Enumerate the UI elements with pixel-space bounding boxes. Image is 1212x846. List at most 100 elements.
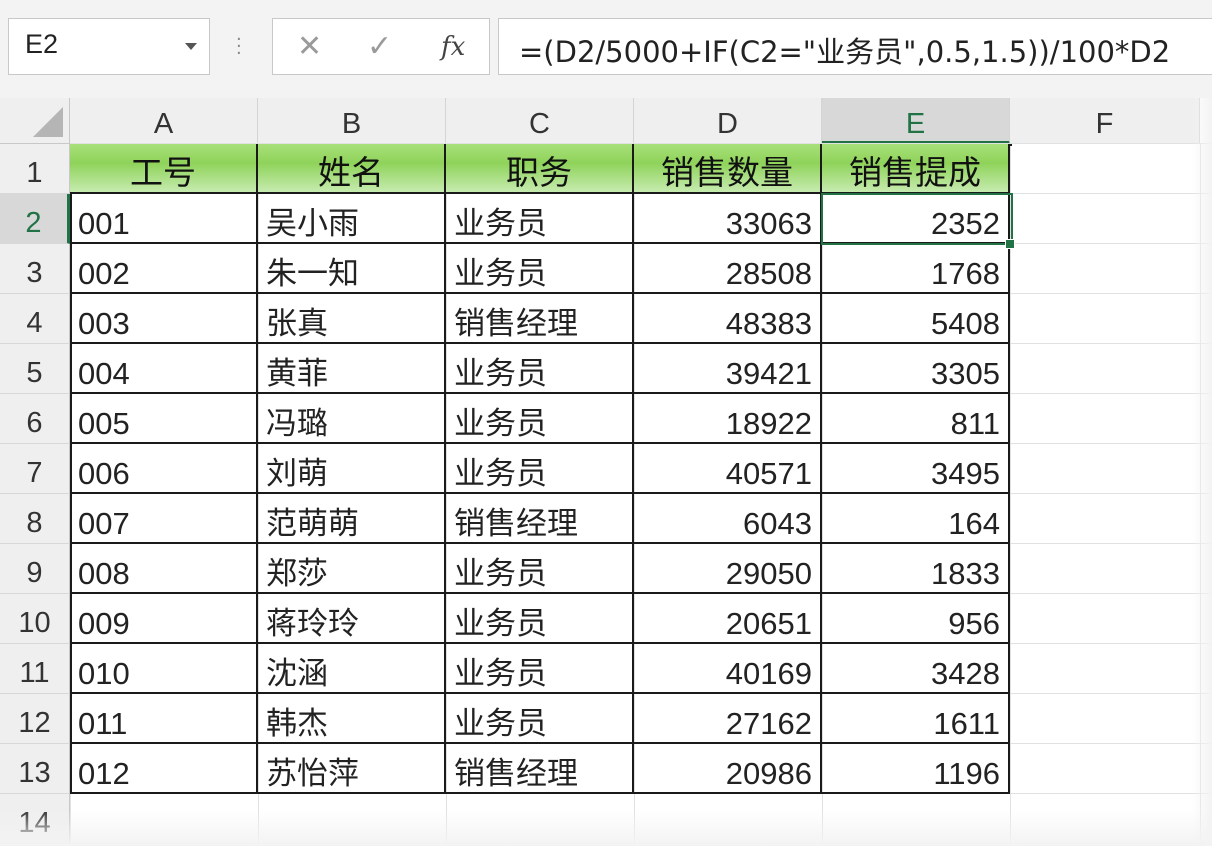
row-header-4[interactable]: 4 <box>0 294 70 344</box>
row-header-2[interactable]: 2 <box>0 194 70 244</box>
cell-e4[interactable]: 5408 <box>822 294 1010 344</box>
header-cell-d[interactable]: 销售数量 <box>634 144 822 194</box>
row-header-14[interactable]: 14 <box>0 794 70 844</box>
cell-c8[interactable]: 销售经理 <box>446 494 634 544</box>
cancel-icon[interactable]: ✕ <box>297 27 322 67</box>
cell-e3[interactable]: 1768 <box>822 244 1010 294</box>
name-box[interactable]: E2 <box>8 18 210 75</box>
cell-d6[interactable]: 18922 <box>634 394 822 444</box>
header-cell-a[interactable]: 工号 <box>70 144 258 194</box>
cell-e10[interactable]: 956 <box>822 594 1010 644</box>
column-header-d[interactable]: D <box>634 98 822 144</box>
cell-c4[interactable]: 销售经理 <box>446 294 634 344</box>
row-header-8[interactable]: 8 <box>0 494 70 544</box>
cell-e9[interactable]: 1833 <box>822 544 1010 594</box>
cell-c9[interactable]: 业务员 <box>446 544 634 594</box>
cell-e11[interactable]: 3428 <box>822 644 1010 694</box>
cell-d9[interactable]: 29050 <box>634 544 822 594</box>
name-box-value: E2 <box>25 29 59 59</box>
column-header-c[interactable]: C <box>446 98 634 144</box>
cell-c12[interactable]: 业务员 <box>446 694 634 744</box>
cell-a7[interactable]: 006 <box>70 444 258 494</box>
cell-a2[interactable]: 001 <box>70 194 258 244</box>
gridline-vertical <box>1200 144 1201 846</box>
cell-b6[interactable]: 冯璐 <box>258 394 446 444</box>
formula-bar: E2 · · · ✕ ✓ fx =(D2/5000+IF(C2="业务员",0.5,… <box>0 0 1212 98</box>
cell-d2[interactable]: 33063 <box>634 194 822 244</box>
cell-b10[interactable]: 蒋玲玲 <box>258 594 446 644</box>
cell-d7[interactable]: 40571 <box>634 444 822 494</box>
cell-b13[interactable]: 苏怡萍 <box>258 744 446 794</box>
row-header-6[interactable]: 6 <box>0 394 70 444</box>
cell-c2[interactable]: 业务员 <box>446 194 634 244</box>
row-header-10[interactable]: 10 <box>0 594 70 644</box>
insert-function-icon[interactable]: fx <box>441 27 465 67</box>
cell-c13[interactable]: 销售经理 <box>446 744 634 794</box>
formula-text: =(D2/5000+IF(C2="业务员",0.5,1.5))/100*D2 <box>519 35 1171 69</box>
header-cell-e[interactable]: 销售提成 <box>822 144 1010 194</box>
cell-b8[interactable]: 范萌萌 <box>258 494 446 544</box>
header-cell-c[interactable]: 职务 <box>446 144 634 194</box>
cell-b12[interactable]: 韩杰 <box>258 694 446 744</box>
cell-a5[interactable]: 004 <box>70 344 258 394</box>
formula-input[interactable]: =(D2/5000+IF(C2="业务员",0.5,1.5))/100*D2 <box>498 18 1212 75</box>
select-all-button[interactable] <box>0 98 70 144</box>
cell-a13[interactable]: 012 <box>70 744 258 794</box>
row-header-13[interactable]: 13 <box>0 744 70 794</box>
cell-d13[interactable]: 20986 <box>634 744 822 794</box>
cell-c7[interactable]: 业务员 <box>446 444 634 494</box>
cell-b3[interactable]: 朱一知 <box>258 244 446 294</box>
right-edge-fade <box>1192 98 1212 846</box>
cell-a10[interactable]: 009 <box>70 594 258 644</box>
cell-a6[interactable]: 005 <box>70 394 258 444</box>
cell-e2[interactable]: 2352 <box>822 194 1010 244</box>
column-header-b[interactable]: B <box>258 98 446 144</box>
cell-a3[interactable]: 002 <box>70 244 258 294</box>
cell-d12[interactable]: 27162 <box>634 694 822 744</box>
cell-a9[interactable]: 008 <box>70 544 258 594</box>
row-header-7[interactable]: 7 <box>0 444 70 494</box>
cell-b7[interactable]: 刘萌 <box>258 444 446 494</box>
cell-b11[interactable]: 沈涵 <box>258 644 446 694</box>
cell-a4[interactable]: 003 <box>70 294 258 344</box>
cell-d4[interactable]: 48383 <box>634 294 822 344</box>
cell-d11[interactable]: 40169 <box>634 644 822 694</box>
cell-e5[interactable]: 3305 <box>822 344 1010 394</box>
cell-e8[interactable]: 164 <box>822 494 1010 544</box>
row-header-1[interactable]: 1 <box>0 144 70 194</box>
cell-d5[interactable]: 39421 <box>634 344 822 394</box>
worksheet-grid[interactable]: ABCDEF 1 2 3 4 5 6 7 8 9 10 11 12 13 14 工号 姓名 职务 销售数量 销售提… <box>0 98 1212 846</box>
cell-e7[interactable]: 3495 <box>822 444 1010 494</box>
cell-a8[interactable]: 007 <box>70 494 258 544</box>
column-header-e[interactable]: E <box>822 98 1010 144</box>
fill-handle[interactable] <box>1005 239 1015 249</box>
row-header-12[interactable]: 12 <box>0 694 70 744</box>
cell-c6[interactable]: 业务员 <box>446 394 634 444</box>
cell-b5[interactable]: 黄菲 <box>258 344 446 394</box>
cell-b4[interactable]: 张真 <box>258 294 446 344</box>
more-options-icon[interactable]: · · · <box>236 31 242 63</box>
cell-c5[interactable]: 业务员 <box>446 344 634 394</box>
row-header-11[interactable]: 11 <box>0 644 70 694</box>
row-header-3[interactable]: 3 <box>0 244 70 294</box>
cell-a12[interactable]: 011 <box>70 694 258 744</box>
column-header-f[interactable]: F <box>1010 98 1200 144</box>
cell-c10[interactable]: 业务员 <box>446 594 634 644</box>
cell-e6[interactable]: 811 <box>822 394 1010 444</box>
cell-b2[interactable]: 吴小雨 <box>258 194 446 244</box>
chevron-down-icon[interactable] <box>185 43 197 50</box>
row-header-5[interactable]: 5 <box>0 344 70 394</box>
row-header-9[interactable]: 9 <box>0 544 70 594</box>
cell-e13[interactable]: 1196 <box>822 744 1010 794</box>
cell-d3[interactable]: 28508 <box>634 244 822 294</box>
cell-a11[interactable]: 010 <box>70 644 258 694</box>
enter-icon[interactable]: ✓ <box>367 27 392 67</box>
cell-d10[interactable]: 20651 <box>634 594 822 644</box>
cell-c3[interactable]: 业务员 <box>446 244 634 294</box>
cell-d8[interactable]: 6043 <box>634 494 822 544</box>
header-cell-b[interactable]: 姓名 <box>258 144 446 194</box>
cell-c11[interactable]: 业务员 <box>446 644 634 694</box>
cell-e12[interactable]: 1611 <box>822 694 1010 744</box>
cell-b9[interactable]: 郑莎 <box>258 544 446 594</box>
column-header-a[interactable]: A <box>70 98 258 144</box>
